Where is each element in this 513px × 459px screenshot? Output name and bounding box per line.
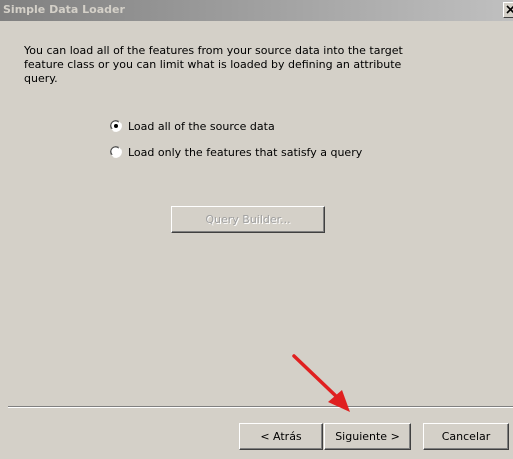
- footer-divider: [8, 406, 513, 408]
- option-load-all[interactable]: Load all of the source data: [110, 119, 275, 133]
- cancel-button[interactable]: Cancelar: [423, 423, 509, 450]
- option-load-all-label: Load all of the source data: [128, 119, 275, 133]
- query-builder-button[interactable]: Query Builder...: [171, 206, 325, 233]
- radio-unselected-icon[interactable]: [110, 146, 122, 158]
- simple-data-loader-dialog: Simple Data Loader You can load all of t…: [0, 0, 513, 459]
- back-button[interactable]: < Atrás: [239, 423, 323, 450]
- option-load-query-label: Load only the features that satisfy a qu…: [128, 145, 363, 159]
- option-load-query[interactable]: Load only the features that satisfy a qu…: [110, 145, 362, 159]
- close-button[interactable]: [503, 2, 513, 18]
- window-title: Simple Data Loader: [3, 3, 125, 16]
- intro-text: You can load all of the features from yo…: [24, 44, 403, 85]
- radio-selected-icon[interactable]: [110, 120, 122, 132]
- annotation-arrow-icon: [292, 354, 350, 412]
- next-button[interactable]: Siguiente >: [324, 423, 411, 450]
- close-icon: [506, 5, 513, 14]
- title-bar: Simple Data Loader: [0, 0, 513, 21]
